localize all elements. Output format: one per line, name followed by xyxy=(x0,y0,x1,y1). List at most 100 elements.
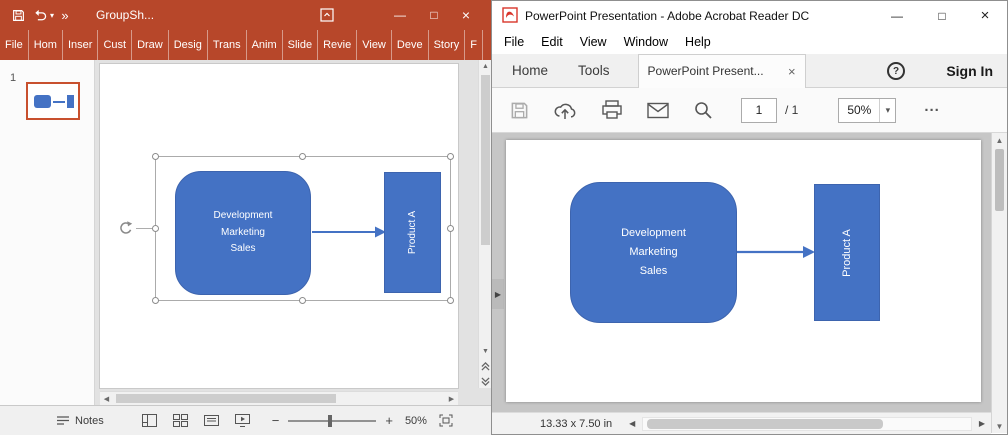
acrobat-bottombar: 13.33 x 7.50 in ◀ ▶ xyxy=(492,412,991,434)
desktop: ▾ » GroupSh... — □ × File Hom Inser Cust… xyxy=(0,0,1008,435)
ribbon-tab-insert[interactable]: Inser xyxy=(63,30,98,60)
zoom-select[interactable]: 50% ▾ xyxy=(838,98,896,123)
vertical-scrollbar[interactable]: ▲ ▼ xyxy=(991,133,1007,433)
close-button[interactable]: × xyxy=(452,0,480,30)
resize-handle-middle-left[interactable] xyxy=(152,225,159,232)
ribbon-tab-home[interactable]: Hom xyxy=(29,30,63,60)
pdf-page: Development Marketing Sales Product A xyxy=(506,140,981,402)
shape-text: Product A xyxy=(407,211,418,254)
zoom-slider-thumb[interactable] xyxy=(328,415,332,427)
menu-window[interactable]: Window xyxy=(624,35,668,49)
slide-sorter-view-icon[interactable] xyxy=(173,414,188,427)
horizontal-scrollbar[interactable] xyxy=(642,417,972,431)
maximize-button[interactable]: □ xyxy=(922,1,962,30)
menu-view[interactable]: View xyxy=(580,35,607,49)
slide-thumbnail[interactable] xyxy=(26,82,80,120)
undo-dropdown-icon[interactable]: ▾ xyxy=(47,0,57,30)
help-icon[interactable]: ? xyxy=(887,62,905,80)
horizontal-scrollbar-thumb[interactable] xyxy=(116,394,336,403)
rounded-rectangle-shape[interactable]: Development Marketing Sales xyxy=(175,171,311,295)
shape-text: Development Marketing Sales xyxy=(214,208,273,258)
document-tab-label: PowerPoint Present... xyxy=(648,64,780,78)
menu-help[interactable]: Help xyxy=(685,35,711,49)
resize-handle-bottom-center[interactable] xyxy=(299,297,306,304)
zoom-slider[interactable] xyxy=(288,420,376,422)
connector-arrow[interactable] xyxy=(312,224,386,240)
rotation-handle-connector xyxy=(136,228,152,229)
zoom-level[interactable]: 50% xyxy=(405,415,427,427)
ribbon-display-options-icon[interactable] xyxy=(316,0,338,30)
notes-icon[interactable] xyxy=(56,415,70,426)
ribbon-tab-storyboarding[interactable]: Story xyxy=(429,30,466,60)
acrobat-menubar: File Edit View Window Help xyxy=(492,30,1007,54)
slide-canvas[interactable]: Development Marketing Sales Product A xyxy=(100,64,458,388)
restore-button[interactable]: □ xyxy=(420,0,448,30)
tab-tools[interactable]: Tools xyxy=(578,63,610,78)
powerpoint-statusbar: Notes − + 50% xyxy=(0,405,492,435)
ribbon-tab-view[interactable]: View xyxy=(357,30,392,60)
ribbon-tab-animations[interactable]: Anim xyxy=(247,30,283,60)
more-commands-icon[interactable]: » xyxy=(58,0,72,30)
normal-view-icon[interactable] xyxy=(142,414,157,427)
horizontal-scrollbar[interactable]: ◀ ▶ xyxy=(100,391,458,405)
ribbon-tab-file[interactable]: File xyxy=(0,30,29,60)
scroll-down-icon[interactable]: ▼ xyxy=(992,419,1007,433)
save-icon[interactable] xyxy=(510,101,529,120)
zoom-out-button[interactable]: − xyxy=(272,413,280,428)
search-icon[interactable] xyxy=(693,100,713,120)
menu-edit[interactable]: Edit xyxy=(541,35,563,49)
page-size-label: 13.33 x 7.50 in xyxy=(540,418,612,430)
tab-document[interactable]: PowerPoint Present... × xyxy=(638,54,806,88)
notes-button[interactable]: Notes xyxy=(75,415,104,427)
zoom-in-button[interactable]: + xyxy=(385,413,393,428)
ribbon-tab-slideshow[interactable]: Slide xyxy=(283,30,318,60)
page-number-input[interactable] xyxy=(741,98,777,123)
reading-view-icon[interactable] xyxy=(204,414,219,427)
shape-text: Product A xyxy=(841,229,853,277)
zoom-dropdown-icon[interactable]: ▾ xyxy=(879,99,895,122)
vertical-scrollbar[interactable]: ▲ ▼ xyxy=(478,60,492,388)
resize-handle-top-left[interactable] xyxy=(152,153,159,160)
ribbon-tab-transitions[interactable]: Trans xyxy=(208,30,247,60)
more-tools-icon[interactable]: ... xyxy=(924,104,940,117)
ribbon-tab-draw[interactable]: Draw xyxy=(132,30,169,60)
resize-handle-middle-right[interactable] xyxy=(447,225,454,232)
acrobat-app-icon xyxy=(502,7,518,28)
ribbon-tab-review[interactable]: Revie xyxy=(318,30,357,60)
pdf-rectangle-shape: Product A xyxy=(814,184,880,321)
resize-handle-top-center[interactable] xyxy=(299,153,306,160)
minimize-button[interactable]: — xyxy=(386,0,414,30)
horizontal-scrollbar-thumb[interactable] xyxy=(647,419,883,429)
resize-handle-bottom-right[interactable] xyxy=(447,297,454,304)
cloud-upload-icon[interactable] xyxy=(553,100,577,120)
rectangle-shape[interactable]: Product A xyxy=(384,172,441,293)
tab-home[interactable]: Home xyxy=(512,63,548,78)
scroll-right-icon[interactable]: ▶ xyxy=(974,419,990,428)
scroll-left-icon[interactable]: ◀ xyxy=(100,392,113,405)
resize-handle-bottom-left[interactable] xyxy=(152,297,159,304)
vertical-scrollbar-thumb[interactable] xyxy=(481,75,490,245)
scroll-up-icon[interactable]: ▲ xyxy=(992,133,1007,147)
ribbon-tab-format[interactable]: F xyxy=(465,30,483,60)
ribbon-tab-custom[interactable]: Cust xyxy=(98,30,132,60)
sign-in-button[interactable]: Sign In xyxy=(946,54,993,88)
expand-panel-icon[interactable]: ▶ xyxy=(492,279,504,309)
document-tab-close-icon[interactable]: × xyxy=(788,64,796,79)
vertical-scrollbar-thumb[interactable] xyxy=(995,149,1004,211)
menu-file[interactable]: File xyxy=(504,35,524,49)
scroll-left-icon[interactable]: ◀ xyxy=(624,419,640,428)
resize-handle-top-right[interactable] xyxy=(447,153,454,160)
rotation-handle-icon[interactable] xyxy=(118,220,134,241)
ribbon-tab-design[interactable]: Desig xyxy=(169,30,208,60)
slideshow-view-icon[interactable] xyxy=(235,414,250,427)
fit-slide-to-window-icon[interactable] xyxy=(439,414,453,427)
page-count: / 1 xyxy=(785,103,798,117)
close-button[interactable]: × xyxy=(965,1,1005,30)
ribbon-tab-developer[interactable]: Deve xyxy=(392,30,429,60)
email-icon[interactable] xyxy=(647,102,669,119)
scroll-right-icon[interactable]: ▶ xyxy=(445,392,458,405)
powerpoint-body: 1 xyxy=(0,60,492,405)
save-icon[interactable] xyxy=(8,0,28,30)
minimize-button[interactable]: — xyxy=(877,1,917,30)
print-icon[interactable] xyxy=(601,100,623,120)
